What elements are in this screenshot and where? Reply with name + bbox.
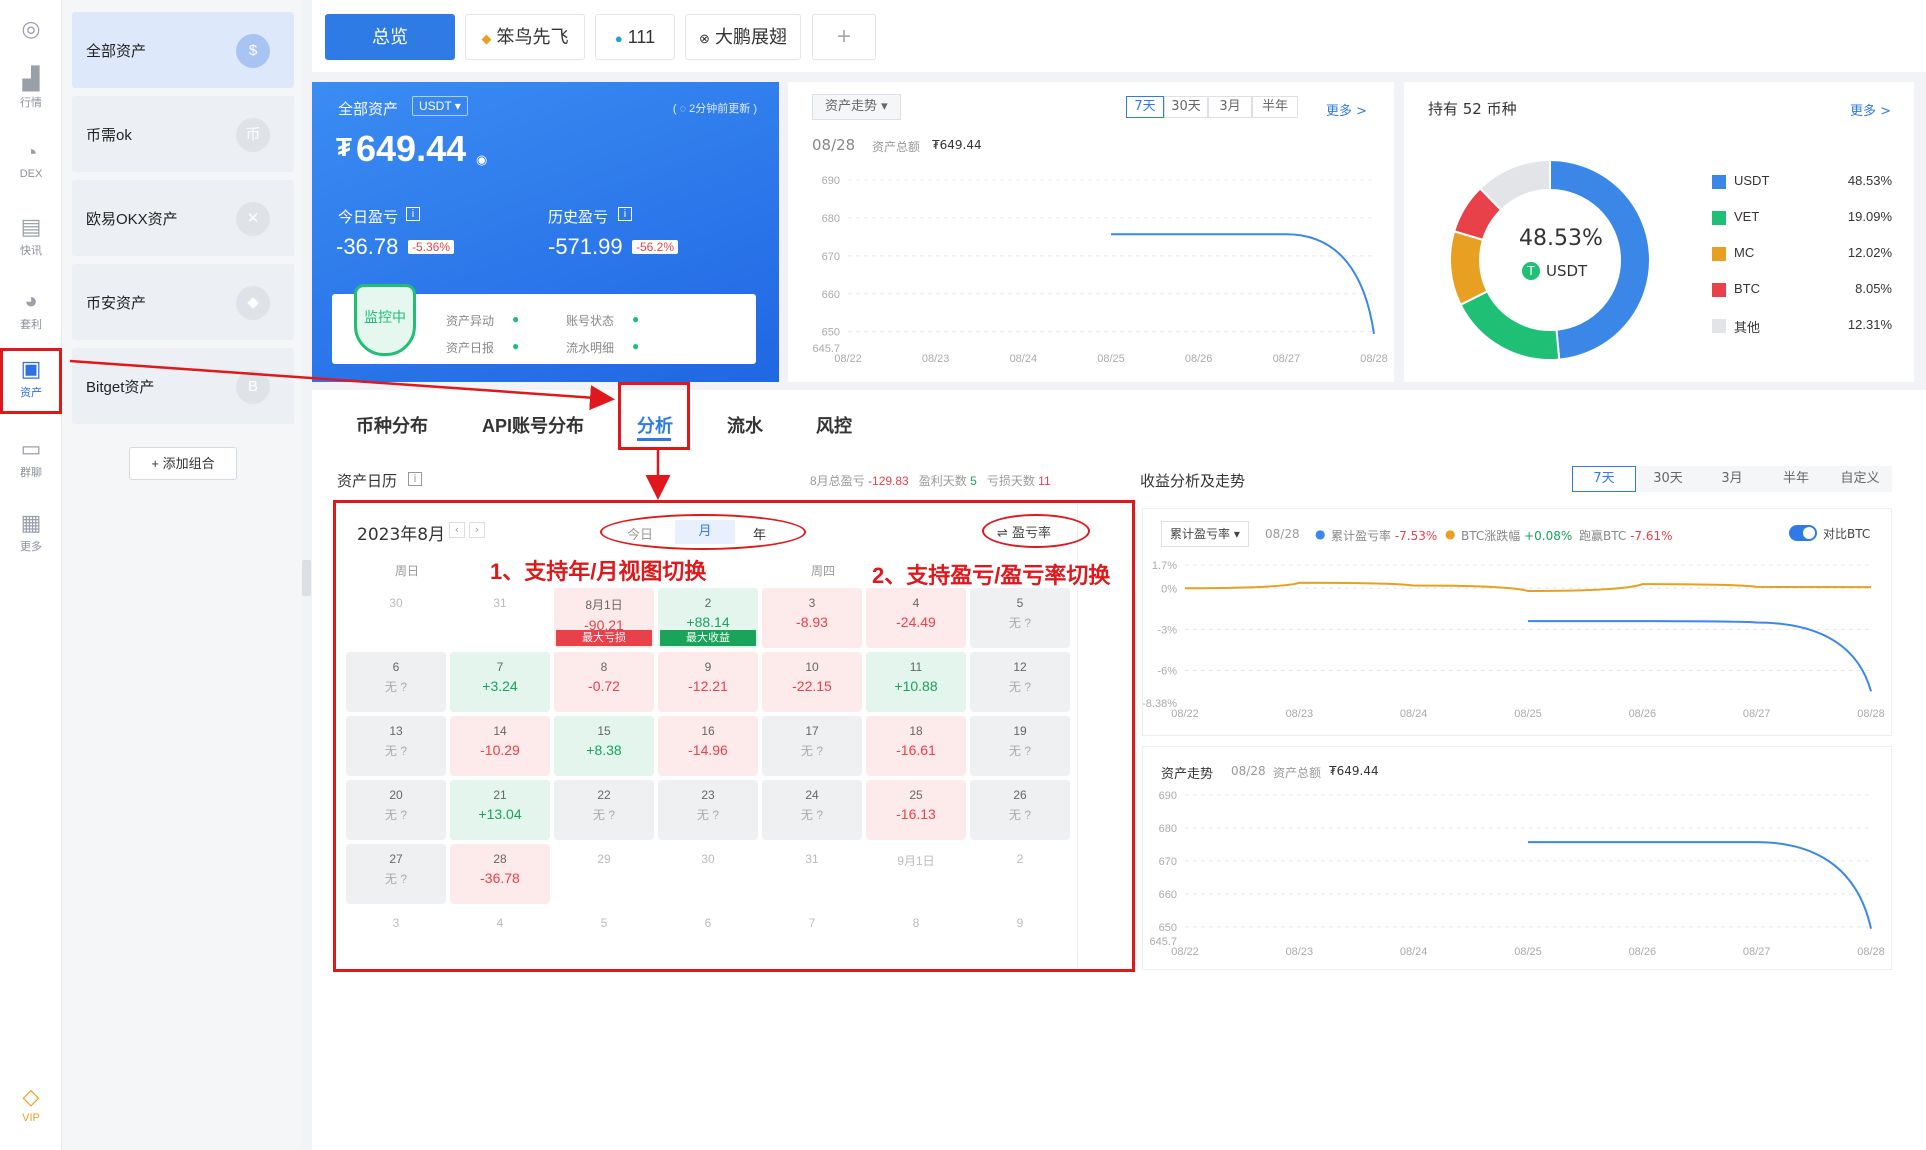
annotation-box-analysis-tab [618, 382, 690, 450]
annotation-text-2: 2、支持盈亏/盈亏率切换 [872, 563, 1111, 588]
annotation-ellipse-views [600, 514, 806, 550]
annotation-ellipse-toggle [982, 514, 1090, 548]
annotation-text-1: 1、支持年/月视图切换 [490, 559, 707, 584]
